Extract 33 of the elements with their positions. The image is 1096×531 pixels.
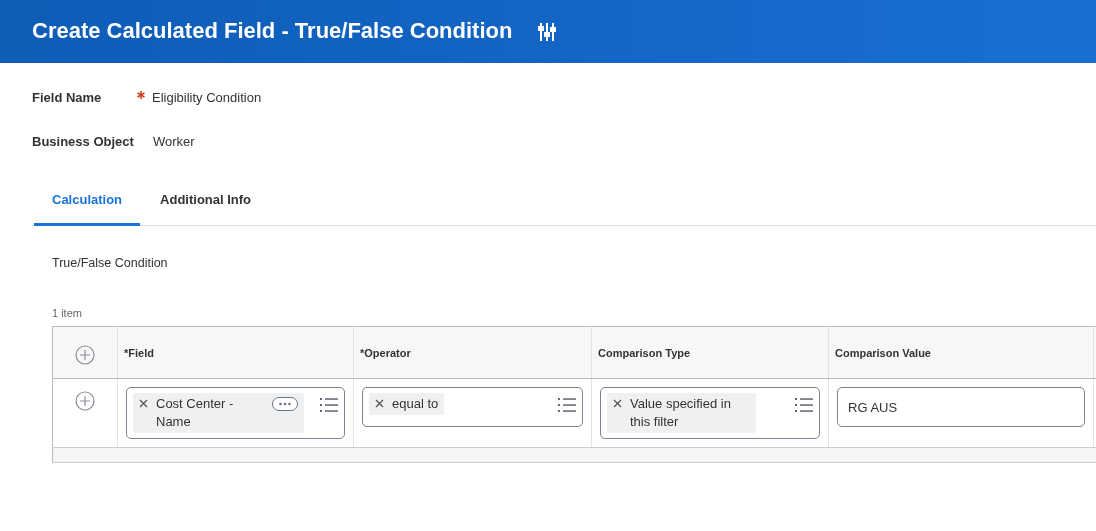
list-icon[interactable] bbox=[320, 397, 338, 414]
settings-icon[interactable] bbox=[538, 21, 557, 42]
page-title: Create Calculated Field - True/False Condition bbox=[32, 18, 513, 45]
chip-label: Value specified in this filter bbox=[630, 395, 732, 432]
add-row-icon[interactable] bbox=[75, 344, 95, 365]
column-header: *Field bbox=[124, 346, 154, 359]
more-icon[interactable] bbox=[272, 397, 298, 412]
selected-value-chip[interactable]: Cost Center - Name bbox=[133, 393, 304, 434]
selected-value-chip[interactable]: Value specified in this filter bbox=[607, 393, 756, 434]
chip-label: Cost Center - Name bbox=[156, 395, 235, 432]
section-title: True/False Condition bbox=[52, 255, 169, 272]
field-label: Business Object bbox=[32, 133, 135, 152]
tab[interactable]: Additional Info bbox=[142, 176, 270, 226]
selected-value-chip[interactable]: equal to bbox=[369, 393, 445, 416]
text-field[interactable]: RG AUS bbox=[837, 387, 1085, 428]
column-header: Comparison Type bbox=[598, 346, 691, 359]
tab[interactable]: Calculation bbox=[34, 176, 141, 226]
list-icon[interactable] bbox=[558, 397, 576, 414]
close-icon[interactable] bbox=[613, 399, 622, 409]
item-count: 1 item bbox=[52, 305, 83, 321]
field-label: Field Name bbox=[32, 89, 103, 108]
field-value: Worker bbox=[153, 133, 195, 152]
prompt-field[interactable]: Value specified in this filter bbox=[600, 387, 820, 440]
prompt-field[interactable]: Cost Center - Name bbox=[126, 387, 345, 440]
add-row-icon[interactable] bbox=[75, 391, 95, 412]
list-icon[interactable] bbox=[795, 397, 813, 414]
close-icon[interactable] bbox=[375, 399, 384, 409]
chip-label: equal to bbox=[392, 395, 439, 414]
column-header: Comparison Value bbox=[835, 346, 931, 359]
column-header: *Operator bbox=[360, 346, 411, 359]
field-value: Eligibility Condition bbox=[152, 89, 262, 108]
close-icon[interactable] bbox=[139, 399, 148, 409]
prompt-field[interactable]: equal to bbox=[362, 387, 583, 428]
